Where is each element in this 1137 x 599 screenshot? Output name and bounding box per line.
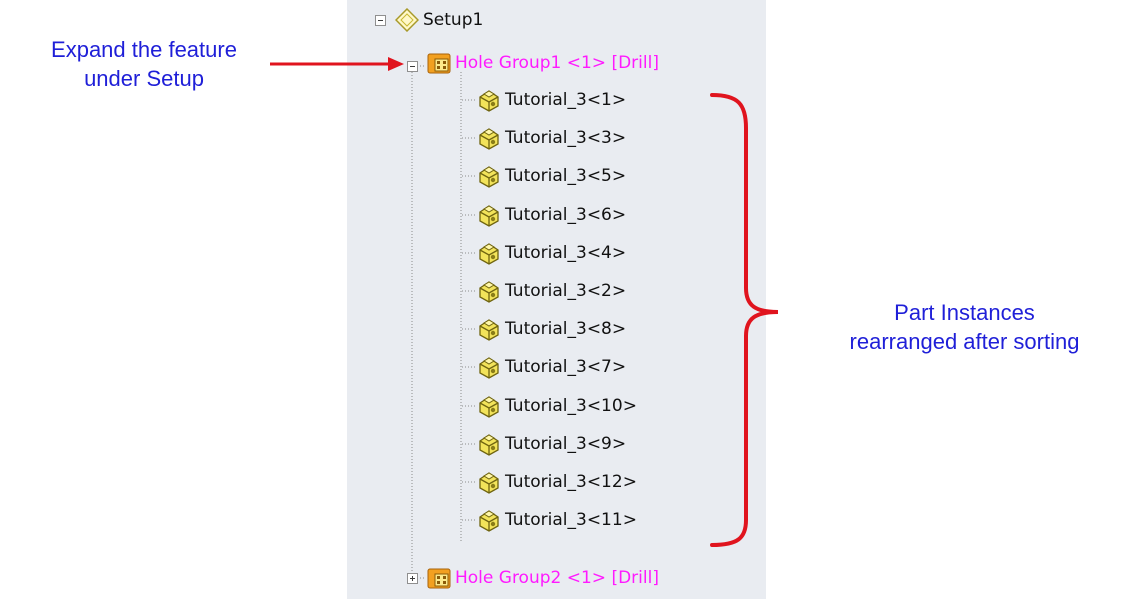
- tree-row-part-instance-2[interactable]: Tutorial_3<3>: [477, 126, 626, 150]
- part-instance-icon: [479, 90, 499, 112]
- callout-part-instances: Part Instances rearranged after sorting: [792, 298, 1137, 356]
- part-instance-icon: [479, 243, 499, 265]
- setup-collapse-toggle[interactable]: [375, 15, 386, 26]
- part-instance-label: Tutorial_3<4>: [505, 243, 627, 263]
- part-instance-label: Tutorial_3<5>: [505, 166, 627, 186]
- part-instance-label: Tutorial_3<9>: [505, 434, 627, 454]
- part-instance-icon: [479, 205, 499, 227]
- callout-left-line2: under Setup: [84, 66, 204, 91]
- tree-row-part-instance-6[interactable]: Tutorial_3<2>: [477, 279, 626, 303]
- hole-group1-label: Hole Group1 <1> [Drill]: [455, 53, 659, 73]
- tree-row-part-instance-9[interactable]: Tutorial_3<10>: [477, 394, 637, 418]
- part-instance-label: Tutorial_3<6>: [505, 205, 627, 225]
- callout-right-line1: Part Instances: [894, 300, 1035, 325]
- hole-group2-label: Hole Group2 <1> [Drill]: [455, 568, 659, 588]
- part-instance-label: Tutorial_3<2>: [505, 281, 627, 301]
- setup-diamond-icon: [395, 8, 419, 32]
- tree-row-part-instance-1[interactable]: Tutorial_3<1>: [477, 88, 626, 112]
- tree-row-part-instance-12[interactable]: Tutorial_3<11>: [477, 508, 637, 532]
- tree-row-hole-group1[interactable]: Hole Group1 <1> [Drill]: [427, 51, 659, 75]
- part-instance-label: Tutorial_3<3>: [505, 128, 627, 148]
- hole-group2-expand-toggle[interactable]: [407, 573, 418, 584]
- part-instance-icon: [479, 281, 499, 303]
- callout-left-line1: Expand the feature: [51, 37, 237, 62]
- part-instance-icon: [479, 357, 499, 379]
- part-instance-icon: [479, 396, 499, 418]
- tree-row-hole-group2[interactable]: Hole Group2 <1> [Drill]: [427, 566, 659, 590]
- part-instance-label: Tutorial_3<8>: [505, 319, 627, 339]
- tree-row-part-instance-11[interactable]: Tutorial_3<12>: [477, 470, 637, 494]
- tree-row-part-instance-5[interactable]: Tutorial_3<4>: [477, 241, 626, 265]
- tree-row-part-instance-7[interactable]: Tutorial_3<8>: [477, 317, 626, 341]
- part-instance-icon: [479, 510, 499, 532]
- tree-row-part-instance-3[interactable]: Tutorial_3<5>: [477, 164, 626, 188]
- part-instance-label: Tutorial_3<7>: [505, 357, 627, 377]
- part-instance-label: Tutorial_3<10>: [505, 396, 637, 416]
- callout-expand-feature: Expand the feature under Setup: [0, 35, 288, 93]
- part-instance-label: Tutorial_3<12>: [505, 472, 637, 492]
- part-instance-icon: [479, 319, 499, 341]
- part-instance-icon: [479, 166, 499, 188]
- hole-group-icon: [427, 568, 451, 589]
- tree-row-part-instance-10[interactable]: Tutorial_3<9>: [477, 432, 626, 456]
- tree-row-setup1[interactable]: Setup1: [395, 8, 483, 32]
- tree-row-part-instance-4[interactable]: Tutorial_3<6>: [477, 203, 626, 227]
- feature-tree-panel: Setup1 Hole Group1 <1> [Drill] Tutorial_…: [347, 0, 766, 599]
- part-instance-icon: [479, 128, 499, 150]
- hole-group1-collapse-toggle[interactable]: [407, 61, 418, 72]
- part-instance-label: Tutorial_3<1>: [505, 90, 627, 110]
- part-instance-icon: [479, 472, 499, 494]
- tree-row-part-instance-8[interactable]: Tutorial_3<7>: [477, 355, 626, 379]
- part-instance-label: Tutorial_3<11>: [505, 510, 637, 530]
- setup-label: Setup1: [423, 10, 484, 30]
- part-instance-icon: [479, 434, 499, 456]
- hole-group-icon: [427, 53, 451, 74]
- callout-right-line2: rearranged after sorting: [849, 329, 1080, 354]
